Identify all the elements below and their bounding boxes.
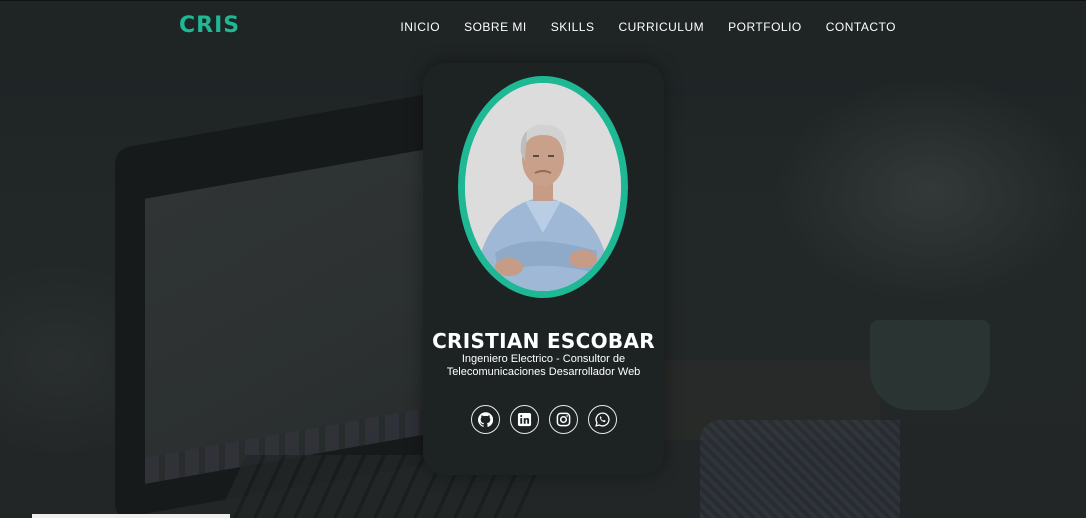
whatsapp-link[interactable] <box>587 405 617 434</box>
profile-name: CRISTIAN ESCOBAR <box>432 329 655 353</box>
nav-curriculum[interactable]: CURRICULUM <box>618 20 704 34</box>
instagram-icon <box>556 412 570 427</box>
linkedin-icon <box>517 412 531 427</box>
whatsapp-icon <box>594 412 610 427</box>
profile-role: Ingeniero Electrico - Consultor de Telec… <box>446 353 641 378</box>
github-link[interactable] <box>470 405 500 434</box>
nav-inicio[interactable]: INICIO <box>400 20 440 34</box>
nav-portfolio[interactable]: PORTFOLIO <box>728 20 802 34</box>
nav-contacto[interactable]: CONTACTO <box>826 20 896 34</box>
linkedin-link[interactable] <box>509 405 539 434</box>
profile-photo <box>465 83 621 291</box>
top-navbar: CRIS INICIO SOBRE MI SKILLS CURRICULUM P… <box>0 0 1086 53</box>
nav-skills[interactable]: SKILLS <box>551 20 595 34</box>
main-nav: INICIO SOBRE MI SKILLS CURRICULUM PORTFO… <box>400 20 896 34</box>
github-icon <box>477 412 493 427</box>
profile-portrait-frame <box>458 76 628 298</box>
site-logo[interactable]: CRIS <box>179 13 240 38</box>
profile-card: CRISTIAN ESCOBAR Ingeniero Electrico - C… <box>423 63 664 475</box>
social-links <box>423 405 664 434</box>
bottom-indicator <box>32 514 230 518</box>
instagram-link[interactable] <box>548 405 578 434</box>
nav-sobre-mi[interactable]: SOBRE MI <box>464 20 527 34</box>
page: CRIS INICIO SOBRE MI SKILLS CURRICULUM P… <box>0 0 1086 518</box>
